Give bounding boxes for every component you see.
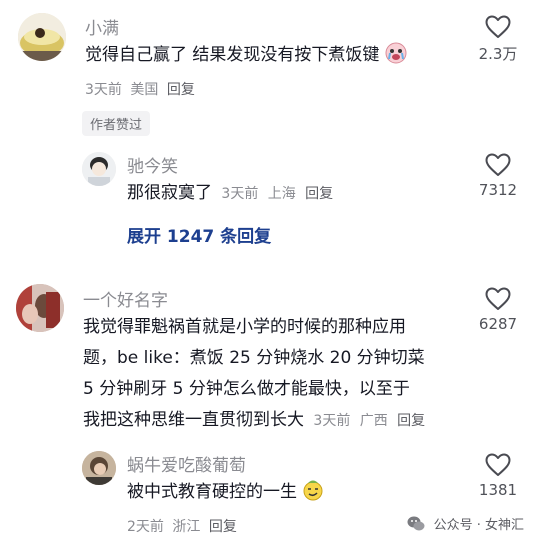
reply-button[interactable]: 回复 <box>397 413 425 429</box>
avatar[interactable] <box>16 284 64 332</box>
like-button[interactable]: 1381 <box>463 453 533 499</box>
reply-meta: 2天前 浙江 回复 <box>127 516 241 536</box>
reply-text-content: 那很寂寞了 <box>127 183 212 203</box>
heart-outline-icon <box>485 153 511 176</box>
reply-username[interactable]: 驰今笑 <box>127 152 178 177</box>
comment-text-line: 题，be like：煮饭 25 分钟烧水 20 分钟切菜 <box>83 348 425 368</box>
heart-outline-icon <box>485 15 511 38</box>
like-button[interactable]: 2.3万 <box>463 15 533 64</box>
avatar-image <box>18 13 66 61</box>
watermark: 公众号 · 女神汇 <box>407 514 524 536</box>
like-count: 6287 <box>478 315 518 333</box>
comment-meta: 3天前 美国 回复 <box>85 79 199 99</box>
like-button[interactable]: 6287 <box>463 287 533 333</box>
reply-button[interactable]: 回复 <box>167 82 195 98</box>
avatar-image <box>16 284 64 332</box>
comment-text-line: 我把这种思维一直贯彻到长大 <box>83 410 304 430</box>
comment-location: 美国 <box>130 82 159 98</box>
reply-button[interactable]: 回复 <box>209 519 237 535</box>
crying-face-emoji-icon <box>385 42 407 64</box>
reply-username[interactable]: 蜗牛爱吃酸葡萄 <box>127 451 246 476</box>
heart-outline-icon <box>485 287 511 310</box>
expand-replies-button[interactable]: 展开 1247 条回复 <box>127 222 271 247</box>
comment-username[interactable]: 一个好名字 <box>83 286 168 311</box>
comment-text-line: 5 分钟刷牙 5 分钟怎么做才能最快，以至于 <box>83 379 410 399</box>
wechat-logo-icon <box>407 516 425 536</box>
reply-location: 浙江 <box>172 519 201 535</box>
reply-location: 上海 <box>267 186 296 202</box>
reply-time: 2天前 <box>127 519 164 535</box>
avatar-image <box>82 451 116 485</box>
watermark-text: 公众号 · 女神汇 <box>433 518 524 533</box>
comment-text-content: 觉得自己赢了 结果发现没有按下煮饭键 <box>85 45 380 65</box>
comment-username[interactable]: 小满 <box>85 14 119 39</box>
like-count: 2.3万 <box>478 45 518 63</box>
comment-text: 觉得自己赢了 结果发现没有按下煮饭键 <box>85 40 407 71</box>
comment-location: 广西 <box>359 413 388 429</box>
avatar-image <box>82 152 116 186</box>
comment-text-last: 我把这种思维一直贯彻到长大 3天前 广西 回复 <box>83 405 425 437</box>
comment-time: 3天前 <box>85 82 122 98</box>
like-count: 7312 <box>478 181 518 199</box>
avatar[interactable] <box>82 152 116 186</box>
reply-text-content: 被中式教育硬控的一生 <box>127 482 297 502</box>
comment-time: 3天前 <box>313 413 351 429</box>
like-count: 1381 <box>478 481 518 499</box>
reply-time: 3天前 <box>221 186 259 202</box>
reply-text: 那很寂寞了 3天前 上海 回复 <box>127 178 333 210</box>
reply-text: 被中式教育硬控的一生 <box>127 477 324 508</box>
like-button[interactable]: 7312 <box>463 153 533 199</box>
reply-button[interactable]: 回复 <box>305 186 333 202</box>
smirk-face-emoji-icon <box>302 479 324 501</box>
heart-outline-icon <box>485 453 511 476</box>
avatar[interactable] <box>18 13 66 61</box>
comment-text-line: 我觉得罪魁祸首就是小学的时候的那种应用 <box>83 317 406 337</box>
avatar[interactable] <box>82 451 116 485</box>
author-liked-badge: 作者赞过 <box>82 111 151 136</box>
